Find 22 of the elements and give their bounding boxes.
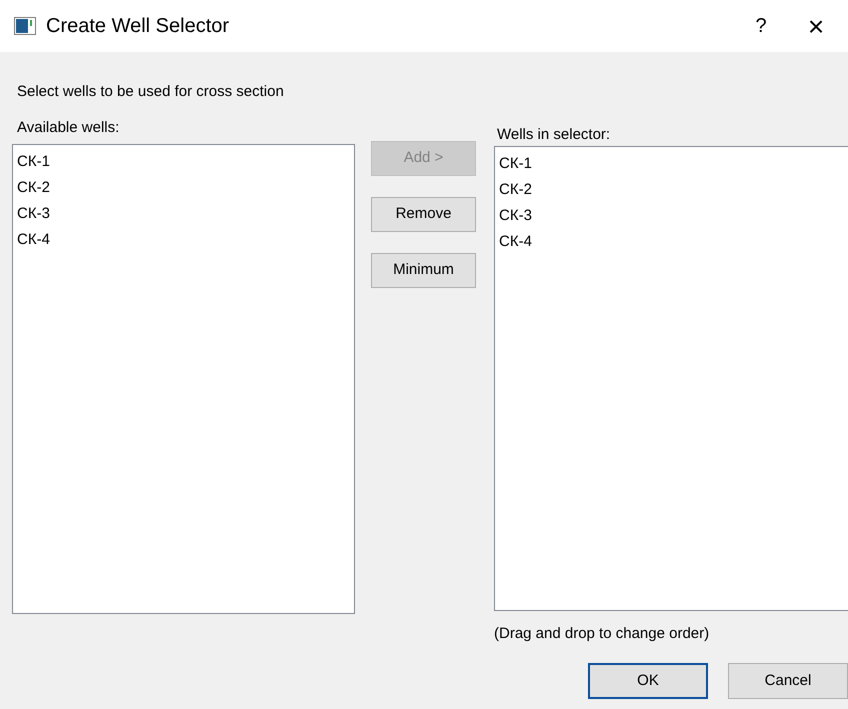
help-button[interactable]: ? (738, 6, 784, 46)
action-button[interactable]: Minimum (371, 253, 476, 288)
list-item[interactable]: СК-2 (17, 175, 50, 201)
dialog-button[interactable]: Cancel (728, 663, 848, 699)
available-label: Available wells: (17, 118, 120, 138)
action-button[interactable]: Remove (371, 197, 476, 232)
list-item[interactable]: СК-1 (499, 151, 532, 177)
dialog-button[interactable]: OK (588, 663, 708, 699)
hint-text: (Drag and drop to change order) (494, 624, 710, 644)
list-box[interactable]: СК-1 СК-2 СК-3 СК-4 (494, 146, 848, 611)
list-item[interactable]: СК-3 (499, 203, 532, 229)
selector-label: Wells in selector: (497, 125, 612, 145)
list-box[interactable]: СК-1 СК-2 СК-3 СК-4 (12, 144, 355, 614)
list-item[interactable]: СК-1 (17, 149, 50, 175)
close-button[interactable]: × (784, 6, 848, 46)
window-title: Create Well Selector (46, 14, 230, 39)
list-item[interactable]: СК-3 (17, 201, 50, 227)
list-item[interactable]: СК-2 (499, 177, 532, 203)
list-item[interactable]: СК-4 (17, 227, 50, 253)
app-icon (14, 17, 36, 35)
list-item[interactable]: СК-4 (499, 229, 532, 255)
instruction-text: Select wells to be used for cross section (17, 82, 285, 102)
